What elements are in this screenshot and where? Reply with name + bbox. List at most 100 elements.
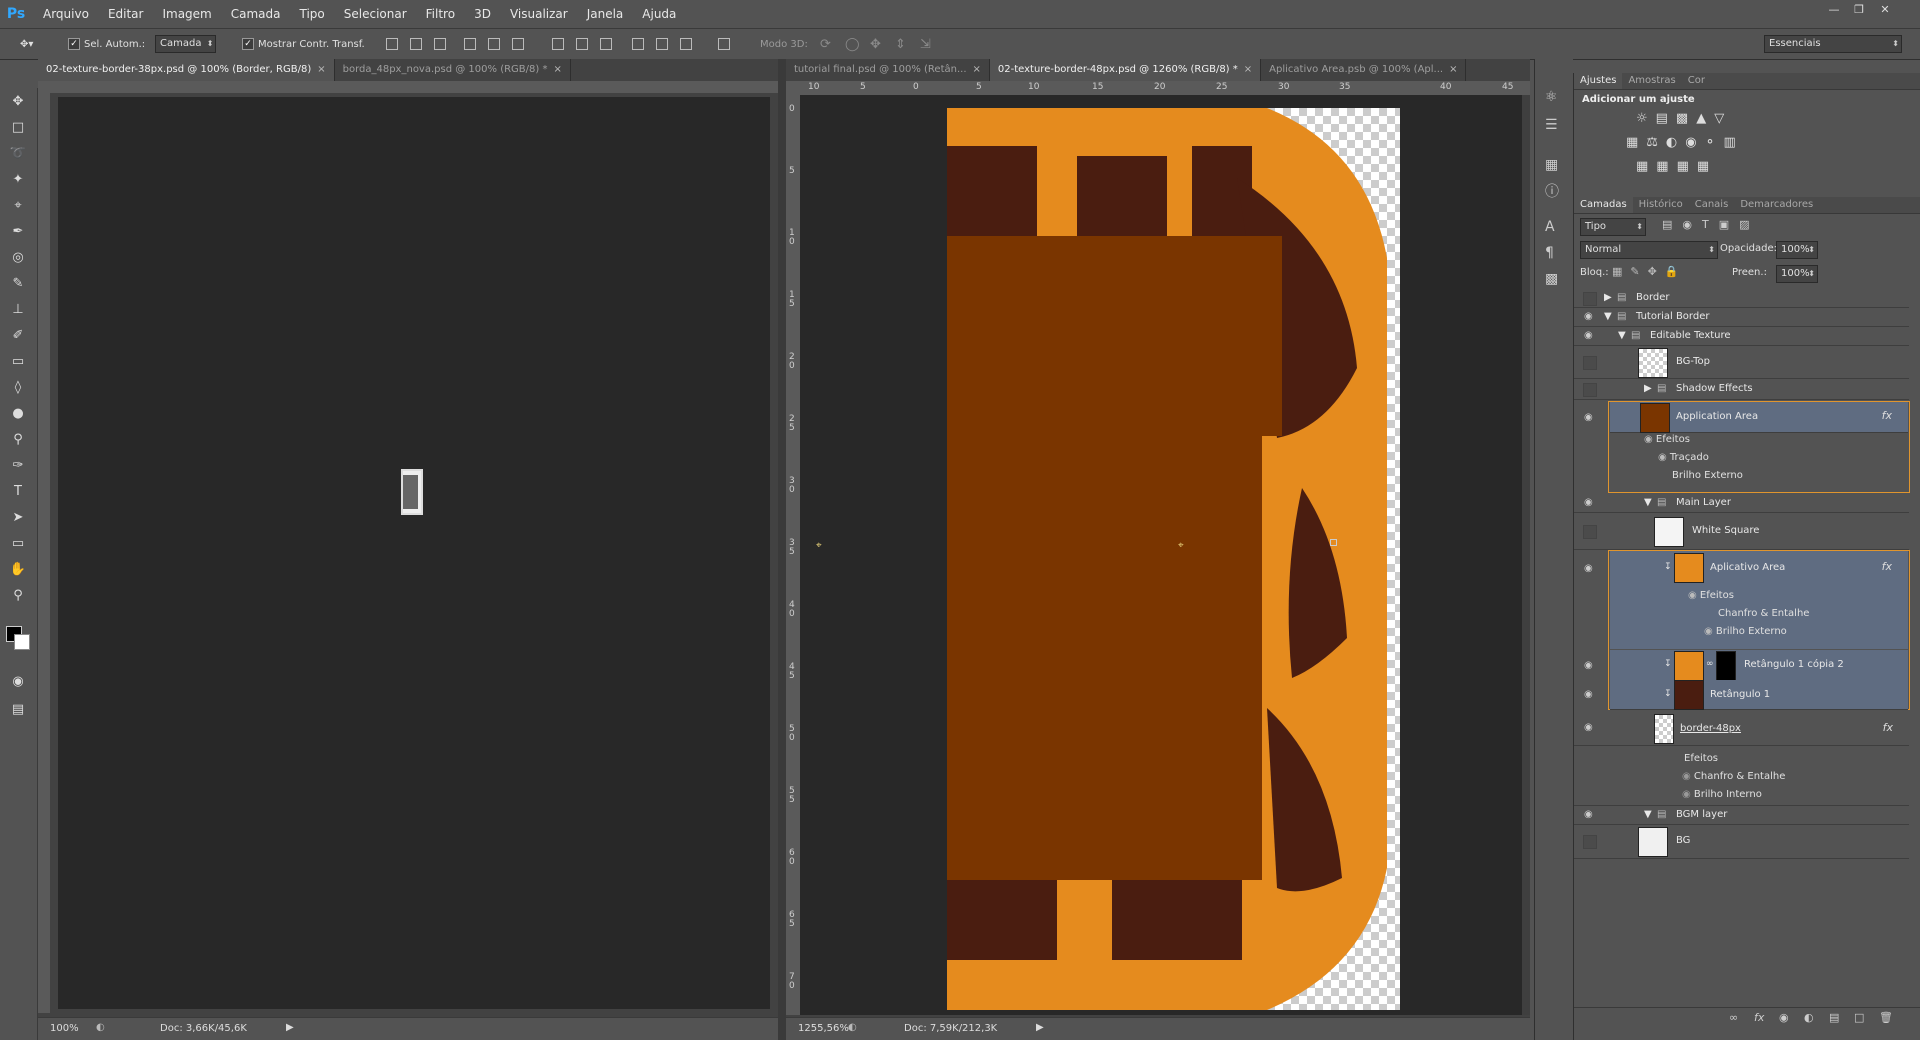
align-vcenter-icon[interactable]: [410, 38, 422, 50]
collapse-arrow-icon[interactable]: ▼: [1644, 497, 1652, 508]
quick-mask-icon[interactable]: ◉: [8, 672, 28, 692]
pan-3d-icon[interactable]: ✥: [870, 36, 881, 52]
close-tab-icon[interactable]: ×: [1449, 64, 1457, 75]
add-mask-icon[interactable]: ◉: [1779, 1011, 1789, 1024]
layer-bg-top[interactable]: BG-Top: [1574, 346, 1909, 379]
adjustment-icons-row3[interactable]: ▦▦▦▦: [1636, 159, 1717, 174]
effects-eye-icon[interactable]: ◉: [1644, 434, 1656, 445]
effect-bevel-row[interactable]: Chanfro & Entalhe: [1718, 608, 1809, 619]
layer-border-48px[interactable]: ◉ border-48px fx: [1574, 711, 1909, 746]
slide-3d-icon[interactable]: ⇕: [895, 36, 906, 52]
effect-inner-glow-row[interactable]: ◉ Brilho Interno: [1682, 789, 1762, 800]
distribute-right-icon[interactable]: [680, 38, 692, 50]
align-hcenter-icon[interactable]: [488, 38, 500, 50]
vertical-scrollbar[interactable]: [1522, 95, 1530, 1015]
align-top-icon[interactable]: [386, 38, 398, 50]
eye-icon[interactable]: ◉: [1584, 723, 1596, 733]
doc-tab-borda-48px[interactable]: borda_48px_nova.psd @ 100% (RGB/8) * ×: [335, 59, 571, 81]
visibility-toggle[interactable]: [1583, 356, 1597, 370]
menu-editar[interactable]: Editar: [108, 7, 144, 21]
eye-icon[interactable]: ◉: [1584, 312, 1596, 322]
layer-group-main-layer[interactable]: ◉ ▼ ▤ Main Layer: [1574, 494, 1909, 513]
menu-janela[interactable]: Janela: [587, 7, 624, 21]
effect-eye-icon[interactable]: ◉: [1658, 452, 1670, 463]
align-bottom-icon[interactable]: [434, 38, 446, 50]
brush-panel-icon[interactable]: ☰: [1545, 117, 1558, 133]
restore-icon[interactable]: ❐: [1850, 3, 1868, 17]
blend-mode-dropdown[interactable]: Normal: [1580, 241, 1718, 259]
link-layers-icon[interactable]: ∞: [1729, 1011, 1738, 1024]
tab-camadas[interactable]: Camadas: [1574, 197, 1633, 213]
fx-icon[interactable]: fx: [1882, 560, 1892, 573]
lasso-tool-icon[interactable]: ➰: [8, 144, 28, 164]
layer-group-shadow-effects[interactable]: ▶ ▤ Shadow Effects: [1574, 379, 1909, 400]
brush-tool-icon[interactable]: ✎: [8, 274, 28, 294]
left-zoom-level[interactable]: 100%: [50, 1023, 79, 1034]
eye-icon[interactable]: ◉: [1584, 331, 1596, 341]
fill-input[interactable]: 100%: [1776, 265, 1818, 283]
doc-tab-border-48px[interactable]: 02-texture-border-48px.psd @ 1260% (RGB/…: [989, 59, 1262, 81]
close-tab-icon[interactable]: ×: [1244, 64, 1252, 75]
fx-icon[interactable]: fx: [1882, 409, 1892, 422]
roll-3d-icon[interactable]: ◯: [845, 36, 860, 52]
layer-retangulo-copia-2[interactable]: ↧ ∞ Retângulo 1 cópia 2: [1610, 650, 1908, 681]
stamp-tool-icon[interactable]: ⊥: [8, 300, 28, 320]
visibility-toggle[interactable]: [1583, 835, 1597, 849]
tab-historico[interactable]: Histórico: [1633, 197, 1689, 213]
menu-visualizar[interactable]: Visualizar: [510, 7, 568, 21]
menu-tipo[interactable]: Tipo: [300, 7, 325, 21]
clone-source-icon[interactable]: ▩: [1545, 271, 1558, 287]
doc-tab-aplicativo-area[interactable]: Aplicativo Area.psb @ 100% (Apl... ×: [1261, 59, 1467, 81]
menu-arquivo[interactable]: Arquivo: [43, 7, 89, 21]
layer-filter-icons[interactable]: ▤◉T▣▨: [1662, 218, 1760, 231]
new-group-icon[interactable]: ▤: [1829, 1011, 1839, 1024]
path-selection-icon[interactable]: ➤: [8, 508, 28, 528]
magic-wand-icon[interactable]: ✦: [8, 170, 28, 190]
minimize-icon[interactable]: —: [1825, 3, 1843, 17]
hand-tool-icon[interactable]: ✋: [8, 560, 28, 580]
opacity-input[interactable]: 100%: [1776, 241, 1818, 259]
effects-row[interactable]: ◉ Efeitos: [1644, 434, 1690, 445]
workspace-dropdown[interactable]: Essenciais: [1764, 35, 1902, 53]
eye-icon[interactable]: ◉: [1584, 413, 1596, 423]
status-info-icon[interactable]: ◐: [96, 1022, 105, 1033]
tab-ajustes[interactable]: Ajustes: [1574, 73, 1623, 89]
auto-select-dropdown[interactable]: Camada: [155, 35, 217, 53]
effect-eye-icon[interactable]: ◉: [1704, 626, 1716, 637]
tab-cor[interactable]: Cor: [1682, 73, 1711, 89]
add-style-icon[interactable]: fx: [1754, 1011, 1764, 1024]
healing-brush-icon[interactable]: ◎: [8, 248, 28, 268]
menu-selecionar[interactable]: Selecionar: [344, 7, 407, 21]
orbit-3d-icon[interactable]: ⟳: [820, 36, 831, 52]
distribute-bottom-icon[interactable]: [600, 38, 612, 50]
layer-group-bgm-layer[interactable]: ◉ ▼ ▤ BGM layer: [1574, 805, 1909, 825]
effects-eye-icon[interactable]: ◉: [1688, 590, 1700, 601]
doc-tab-border-38px[interactable]: 02-texture-border-38px.psd @ 100% (Borde…: [38, 59, 335, 81]
layer-application-area[interactable]: Application Area fx: [1610, 402, 1908, 433]
panel-divider[interactable]: [778, 59, 786, 1040]
right-zoom-level[interactable]: 1255,56%: [798, 1023, 849, 1034]
properties-icon[interactable]: ▦: [1545, 157, 1558, 173]
right-canvas[interactable]: ⌖ ⌖: [800, 95, 1522, 1015]
layer-group-border[interactable]: ▶ ▤ Border: [1574, 289, 1909, 308]
eye-icon[interactable]: ◉: [1584, 564, 1596, 574]
effect-outer-glow-row[interactable]: ◉ Brilho Externo: [1704, 626, 1787, 637]
delete-layer-icon[interactable]: 🗑: [1879, 1011, 1893, 1024]
visibility-toggle[interactable]: [1583, 525, 1597, 539]
close-tab-icon[interactable]: ×: [553, 64, 561, 75]
distribute-left-icon[interactable]: [632, 38, 644, 50]
adjustment-icons-row1[interactable]: ☼▤▩▲▽: [1636, 111, 1732, 126]
shape-tool-icon[interactable]: ▭: [8, 534, 28, 554]
show-transform-checkbox[interactable]: ✓ Mostrar Contr. Transf.: [242, 36, 365, 52]
dodge-tool-icon[interactable]: ⚲: [8, 430, 28, 450]
effect-eye-icon[interactable]: ◉: [1682, 771, 1694, 782]
chain-link-icon[interactable]: ∞: [1706, 659, 1714, 669]
type-tool-icon[interactable]: T: [8, 482, 28, 502]
fx-icon[interactable]: fx: [1883, 721, 1893, 734]
effects-row[interactable]: ◉ Efeitos: [1688, 590, 1734, 601]
align-left-icon[interactable]: [464, 38, 476, 50]
tab-amostras[interactable]: Amostras: [1622, 73, 1681, 89]
move-tool-icon[interactable]: ✥▾: [20, 36, 33, 52]
menu-ajuda[interactable]: Ajuda: [642, 7, 676, 21]
info-icon[interactable]: ⓘ: [1545, 181, 1559, 201]
